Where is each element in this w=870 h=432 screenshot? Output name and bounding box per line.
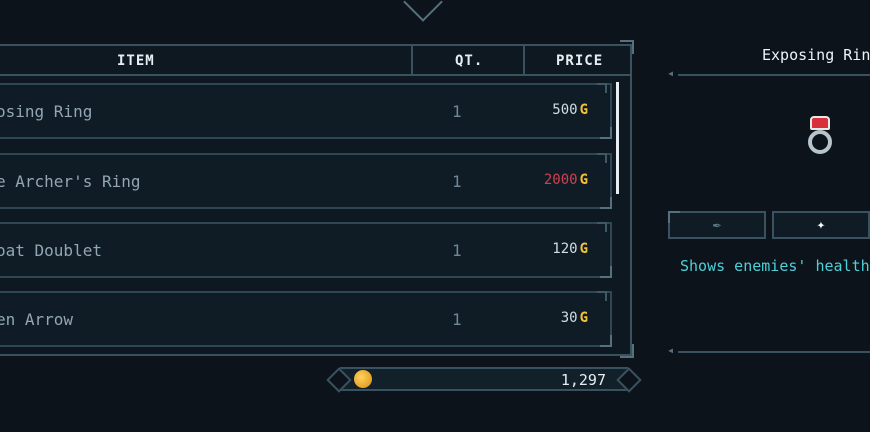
feather-icon: ✒ [712,217,722,233]
row-corner [600,335,612,347]
column-divider [411,46,413,74]
arrow-left-icon: ◂ [667,343,675,357]
gold-amount: 1,297 [560,371,606,389]
header-item: ITEM [117,53,155,69]
arrow-left-icon: ◂ [667,66,675,80]
row-corner [600,197,612,209]
row-corner [600,266,612,278]
item-detail-title: Exposing Ring [762,46,870,64]
shop-table: ITEM QT. PRICE osing Ring 1 500 G e Arche… [0,44,632,356]
item-name: en Arrow [0,310,74,329]
item-qty: 1 [452,241,462,260]
table-row[interactable]: osing Ring 1 500 G [0,83,612,139]
ring-gem [810,116,830,130]
table-row[interactable]: e Archer's Ring 1 2000 G [0,153,612,209]
scrollbar-thumb[interactable] [616,82,619,194]
coin-icon [354,370,372,388]
row-corner [597,153,607,163]
item-qty: 1 [452,310,462,329]
divider [678,74,870,76]
frame-corner [620,344,634,358]
tab-lore[interactable]: ✒ [668,211,766,239]
top-notch-ornament [403,0,443,22]
item-name: oat Doublet [0,241,102,260]
header-qty: QT. [455,53,484,69]
item-price: 2000 G [543,172,588,188]
gold-currency-icon: G [579,102,588,118]
item-name: e Archer's Ring [0,172,141,191]
item-price: 30 G [560,310,588,326]
item-description: Shows enemies' health. [680,257,870,275]
ring-icon [806,116,834,162]
table-row[interactable]: oat Doublet 1 120 G [0,222,612,278]
row-corner [597,291,607,301]
item-qty: 1 [452,172,462,191]
sparkle-icon: ✦ [816,217,826,233]
item-name: osing Ring [0,102,93,121]
table-header: ITEM QT. PRICE [0,46,630,76]
item-qty: 1 [452,102,462,121]
header-price: PRICE [556,53,604,69]
item-price: 120 G [552,241,588,257]
tab-effect[interactable]: ✦ [772,211,870,239]
gold-currency-icon: G [579,310,588,326]
ring-band [808,130,832,154]
row-corner [597,222,607,232]
row-corner [600,127,612,139]
gold-currency-icon: G [579,172,588,188]
gold-wallet: 1,297 [340,367,628,391]
column-divider [523,46,525,74]
item-price: 500 G [552,102,588,118]
divider [678,351,870,353]
table-row[interactable]: en Arrow 1 30 G [0,291,612,347]
row-corner [597,83,607,93]
gold-currency-icon: G [579,241,588,257]
frame-corner [620,40,634,54]
